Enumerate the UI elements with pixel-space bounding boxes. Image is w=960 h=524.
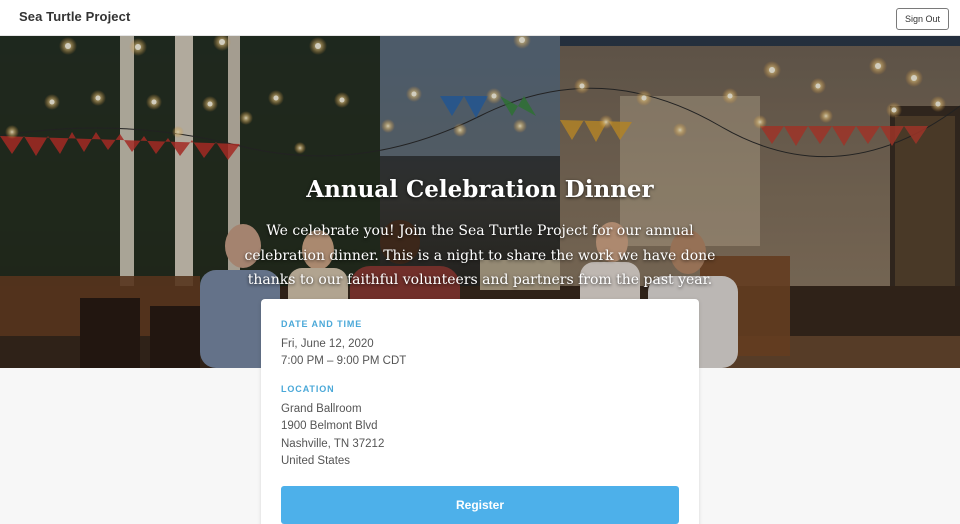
event-date: Fri, June 12, 2020	[281, 338, 374, 350]
event-time: 7:00 PM – 9:00 PM CDT	[281, 355, 407, 367]
location-label: LOCATION	[281, 384, 335, 394]
sign-out-button[interactable]: Sign Out	[895, 8, 949, 30]
location-city: Nashville, TN 37212	[281, 438, 385, 450]
event-details-card: DATE AND TIME Fri, June 12, 2020 7:00 PM…	[261, 299, 699, 524]
location-country: United States	[281, 455, 351, 467]
register-button[interactable]: Register	[281, 486, 679, 524]
event-title: Annual Celebration Dinner	[306, 176, 654, 203]
event-description: We celebrate you! Join the Sea Turtle Pr…	[244, 223, 716, 288]
location-street: 1900 Belmont Blvd	[281, 420, 378, 432]
location-venue: Grand Ballroom	[281, 403, 362, 415]
date-time-label: DATE AND TIME	[281, 319, 363, 329]
top-navigation-bar: Sea Turtle Project Sign Out	[0, 0, 960, 36]
brand-name[interactable]: Sea Turtle Project	[19, 9, 130, 24]
